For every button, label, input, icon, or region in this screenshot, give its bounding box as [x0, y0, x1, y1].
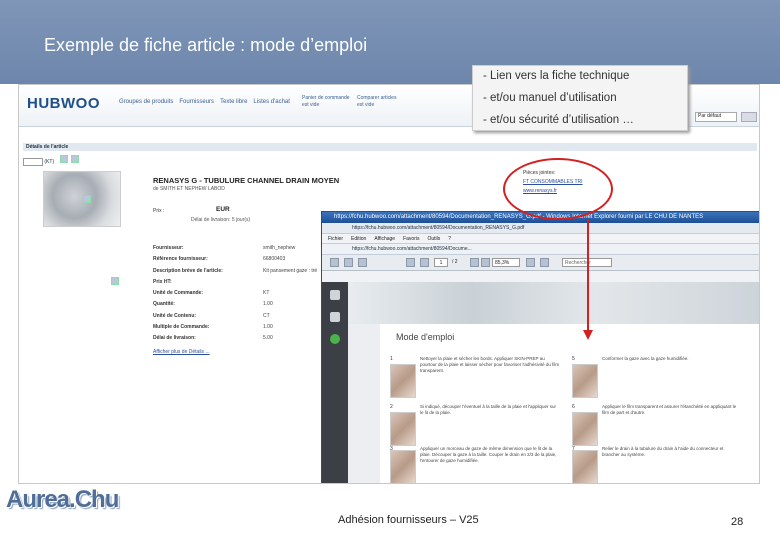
page-number: 28 — [731, 516, 744, 528]
aurea-chu-logo: Aurea.Chu — [4, 486, 119, 526]
callout-line: - et/ou sécurité d’utilisation … — [483, 114, 634, 126]
callout-line: - et/ou manuel d’utilisation — [483, 92, 617, 104]
slide-footer: Adhésion fournisseurs – V25 — [338, 514, 479, 526]
logo-text: Aurea.Chu — [6, 486, 119, 513]
callout-box: - Lien vers la fiche technique - et/ou m… — [472, 65, 688, 131]
callout-line: - Lien vers la fiche technique — [483, 70, 630, 82]
arrow-head — [583, 330, 593, 340]
